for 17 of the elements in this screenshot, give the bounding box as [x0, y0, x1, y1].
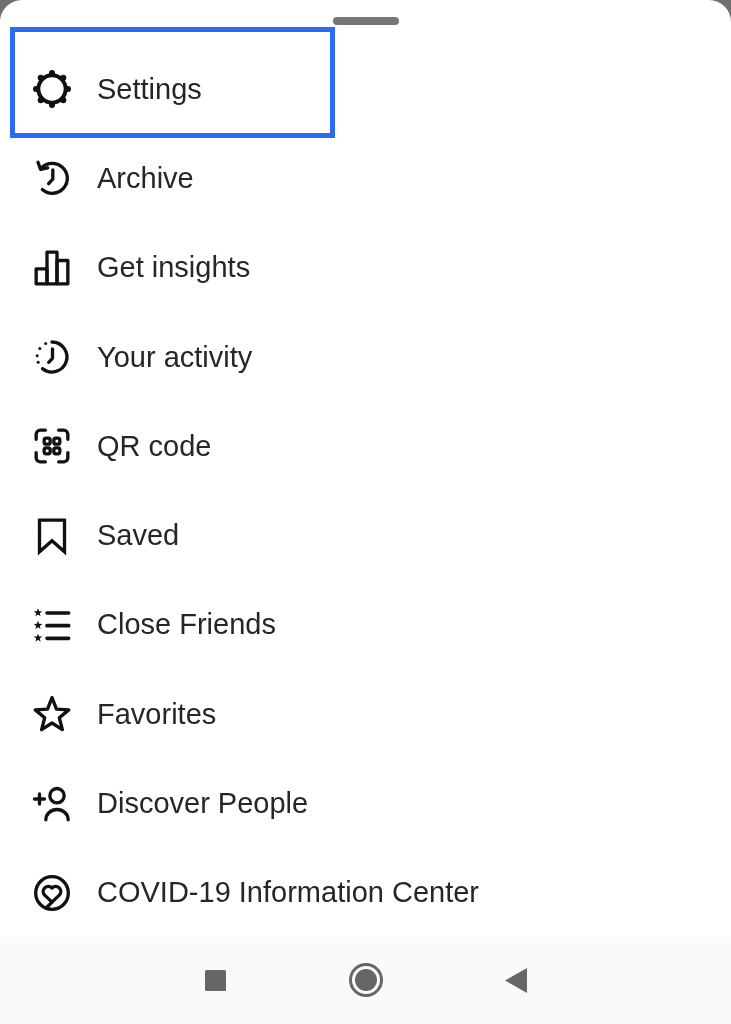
menu-item[interactable]: COVID-19 Information Center: [0, 848, 731, 938]
menu-item[interactable]: Archive: [0, 133, 731, 224]
menu-item[interactable]: Saved: [0, 491, 731, 581]
square-icon: [205, 969, 226, 991]
menu-item[interactable]: Close Friends: [0, 580, 731, 670]
menu-item[interactable]: Settings: [0, 44, 731, 134]
ring-icon: [348, 963, 383, 998]
menu-item[interactable]: Favorites: [0, 669, 731, 759]
menu-item[interactable]: Your activity: [0, 312, 731, 402]
menu-item[interactable]: Get insights: [0, 223, 731, 313]
settings-icon: [32, 69, 72, 110]
qr-code-icon: [32, 426, 72, 467]
menu-item[interactable]: Discover People: [0, 758, 731, 849]
menu-item[interactable]: QR code: [0, 401, 731, 491]
heart-circle-icon: [32, 872, 72, 913]
back-icon: [504, 967, 527, 993]
drag-handle[interactable]: [332, 17, 399, 25]
